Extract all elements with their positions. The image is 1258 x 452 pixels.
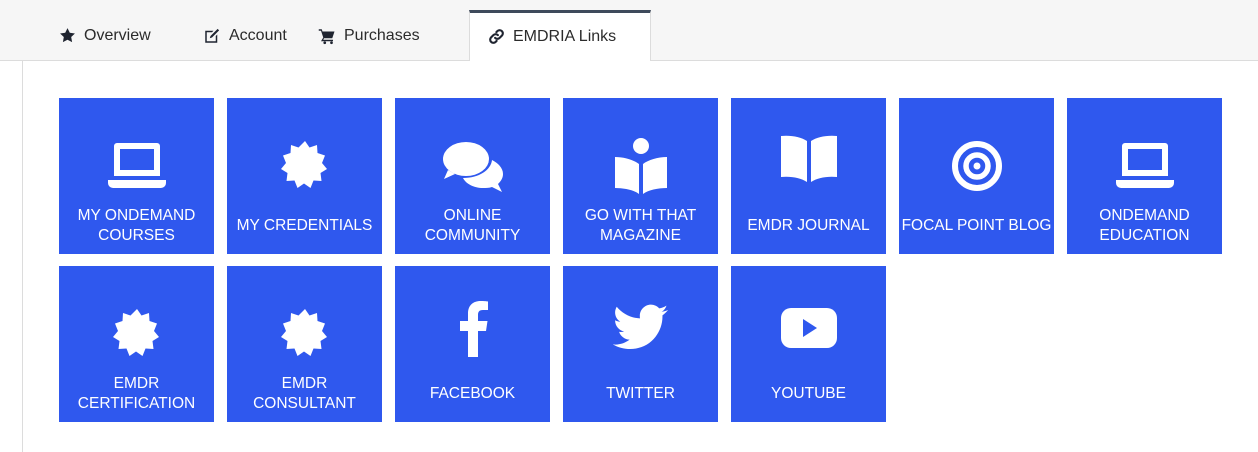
tab-label: Purchases <box>344 26 420 44</box>
tab-label: EMDRIA Links <box>513 27 617 45</box>
tile-label: TWITTER <box>606 385 675 402</box>
tile-label: ONLINE COMMUNITY <box>424 207 521 244</box>
tile-label: YOUTUBE <box>771 385 846 402</box>
laptop-icon <box>59 136 214 196</box>
tile-my-credentials[interactable]: MY CREDENTIALS <box>227 98 382 254</box>
facebook-icon <box>395 298 550 358</box>
tile-my-ondemand-courses[interactable]: MY ONDEMAND COURSES <box>59 98 214 254</box>
target-icon <box>899 136 1054 196</box>
tile-online-community[interactable]: ONLINE COMMUNITY <box>395 98 550 254</box>
tab-account[interactable]: Account <box>203 10 287 61</box>
certificate-icon <box>227 304 382 364</box>
twitter-icon <box>563 298 718 358</box>
tile-emdr-certification[interactable]: EMDR CERTIFICATION <box>59 266 214 422</box>
laptop-icon <box>1067 136 1222 196</box>
tile-label: EMDR JOURNAL <box>747 217 870 234</box>
certificate-icon <box>227 136 382 196</box>
tile-ondemand-education[interactable]: ONDEMAND EDUCATION <box>1067 98 1222 254</box>
tab-label: Account <box>229 26 287 44</box>
tile-facebook[interactable]: FACEBOOK <box>395 266 550 422</box>
tab-bar: Overview Account Purchases EMDRIA Links <box>0 10 1258 62</box>
tile-focal-point-blog[interactable]: FOCAL POINT BLOG <box>899 98 1054 254</box>
reader-icon <box>563 136 718 196</box>
tile-label: MY ONDEMAND COURSES <box>77 207 196 244</box>
tile-twitter[interactable]: TWITTER <box>563 266 718 422</box>
link-icon <box>487 28 505 46</box>
tile-go-with-that-magazine[interactable]: GO WITH THAT MAGAZINE <box>563 98 718 254</box>
book-open-icon <box>731 128 886 188</box>
tab-overview[interactable]: Overview <box>58 10 151 61</box>
tile-label: EMDR CERTIFICATION <box>77 375 196 412</box>
tile-youtube[interactable]: YOUTUBE <box>731 266 886 422</box>
tile-label: FACEBOOK <box>429 385 516 402</box>
tile-label: MY CREDENTIALS <box>236 217 373 234</box>
top-strip <box>0 0 1258 10</box>
tile-label: GO WITH THAT MAGAZINE <box>584 207 697 244</box>
certificate-icon <box>59 304 214 364</box>
tile-label: FOCAL POINT BLOG <box>901 217 1052 234</box>
tab-label: Overview <box>84 26 151 44</box>
tab-emdria-links[interactable]: EMDRIA Links <box>469 10 651 62</box>
tab-purchases[interactable]: Purchases <box>318 10 420 61</box>
links-panel: MY ONDEMAND COURSES MY CREDENTIALS ONLIN… <box>22 61 1258 452</box>
star-icon <box>58 27 76 45</box>
comments-icon <box>395 136 550 196</box>
tile-emdr-journal[interactable]: EMDR JOURNAL <box>731 98 886 254</box>
tile-label: EMDR CONSULTANT <box>253 375 356 412</box>
cart-icon <box>318 27 336 45</box>
youtube-icon <box>731 298 886 358</box>
tile-label: ONDEMAND EDUCATION <box>1099 207 1190 244</box>
edit-icon <box>203 27 221 45</box>
tile-emdr-consultant[interactable]: EMDR CONSULTANT <box>227 266 382 422</box>
